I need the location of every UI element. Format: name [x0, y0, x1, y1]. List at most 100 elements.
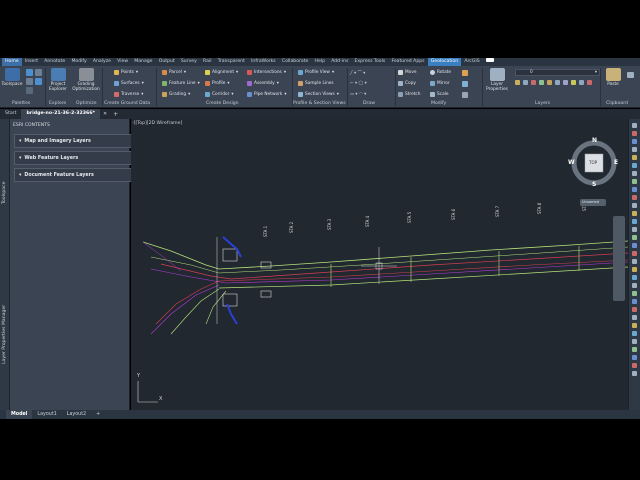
toolspace-button[interactable]: Toolspace [1, 68, 23, 87]
tool-icon[interactable] [632, 267, 637, 272]
tab-layout2[interactable]: Layout2 [62, 410, 91, 419]
layer-tool-icon[interactable] [563, 80, 568, 85]
tab-help[interactable]: Help [311, 58, 328, 66]
assembly-button[interactable]: Assembly ▾ [247, 81, 279, 86]
viewcube-north[interactable]: N [592, 137, 597, 144]
layer-properties-vertical-tab[interactable]: Layer Properties Manager [2, 305, 7, 364]
tool-icon[interactable] [632, 243, 637, 248]
tab-geolocation[interactable]: Geolocation [427, 58, 462, 66]
paste-button[interactable]: Paste [602, 68, 624, 87]
tab-output[interactable]: Output [156, 58, 178, 66]
tool-icon[interactable] [632, 211, 637, 216]
palette-icon-3[interactable] [26, 78, 33, 85]
tab-collaborate[interactable]: Collaborate [279, 58, 312, 66]
layer-tool-icon[interactable] [539, 80, 544, 85]
feature-line-button[interactable]: Feature Line ▾ [162, 81, 200, 86]
viewcube-east[interactable]: E [614, 159, 618, 166]
viewcube-west[interactable]: W [568, 159, 575, 166]
tab-home[interactable]: Home [2, 58, 22, 66]
palette-icon-2[interactable] [35, 69, 42, 76]
layer-tool-icon[interactable] [571, 80, 576, 85]
stretch-button[interactable]: Stretch [398, 92, 421, 97]
tab-start[interactable]: Start [0, 109, 21, 119]
tool-icon[interactable] [632, 187, 637, 192]
viewport-controls[interactable]: -][Top][2D Wireframe] [132, 121, 182, 126]
tab-manage[interactable]: Manage [131, 58, 155, 66]
tool-icon[interactable] [632, 315, 637, 320]
layer-properties-button[interactable]: Layer Properties [484, 68, 510, 92]
tool-icon[interactable] [632, 203, 637, 208]
tool-icon[interactable] [632, 227, 637, 232]
points-button[interactable]: Points ▾ [114, 70, 138, 75]
close-icon[interactable]: ✕ [100, 111, 110, 117]
tool-icon[interactable] [632, 307, 637, 312]
tool-icon[interactable] [632, 331, 637, 336]
document-feature-layers-item[interactable]: ▾ Document Feature Layers [14, 168, 133, 182]
tool-icon[interactable] [632, 283, 637, 288]
tab-survey[interactable]: Survey [178, 58, 200, 66]
palette-icon-5[interactable] [26, 87, 33, 94]
tab-arcgis[interactable]: ArcGIS [461, 58, 482, 66]
polyline-tool-icon[interactable]: ⌐ ▾ ◯ ▾ [350, 81, 367, 86]
toolspace-vertical-tab[interactable]: Toolspace [2, 182, 7, 204]
tool-icon[interactable] [632, 251, 637, 256]
tool-icon[interactable] [632, 123, 637, 128]
mirror-button[interactable]: Mirror [430, 81, 450, 86]
layer-tool-icon[interactable] [555, 80, 560, 85]
viewcube-south[interactable]: S [592, 181, 596, 188]
surfaces-button[interactable]: Surfaces ▾ [114, 81, 144, 86]
alignment-button[interactable]: Alignment ▾ [205, 70, 238, 75]
tool-icon[interactable] [632, 219, 637, 224]
tab-view[interactable]: View [114, 58, 131, 66]
corridor-button[interactable]: Corridor ▾ [205, 92, 234, 97]
tool-icon[interactable] [632, 363, 637, 368]
tool-icon[interactable] [632, 163, 637, 168]
pipe-network-button[interactable]: Pipe Network ▾ [247, 92, 287, 97]
modify-extra-icon-3[interactable] [462, 92, 468, 98]
layer-tool-icon[interactable] [531, 80, 536, 85]
tool-icon[interactable] [632, 259, 637, 264]
move-button[interactable]: Move [398, 70, 417, 75]
traverse-button[interactable]: Traverse ▾ [114, 92, 143, 97]
tool-icon[interactable] [632, 323, 637, 328]
tab-annotate[interactable]: Annotate [41, 58, 68, 66]
new-tab-icon[interactable]: + [110, 111, 121, 118]
tool-icon[interactable] [632, 195, 637, 200]
navigation-bar[interactable] [613, 216, 625, 301]
tab-model[interactable]: Model [6, 410, 33, 419]
tab-analyze[interactable]: Analyze [90, 58, 114, 66]
tab-overflow-icon[interactable] [483, 58, 497, 66]
tool-icon[interactable] [632, 179, 637, 184]
profile-view-button[interactable]: Profile View ▾ [298, 70, 334, 75]
tab-rail[interactable]: Rail [200, 58, 215, 66]
tab-featured-apps[interactable]: Featured Apps [388, 58, 427, 66]
tab-insert[interactable]: Insert [22, 58, 41, 66]
tab-add-ins[interactable]: Add-ins [328, 58, 351, 66]
tool-icon[interactable] [632, 155, 637, 160]
tool-icon[interactable] [632, 339, 637, 344]
map-imagery-layers-item[interactable]: ▾ Map and Imagery Layers [14, 134, 133, 148]
tab-layout1[interactable]: Layout1 [32, 410, 61, 419]
layer-tool-icon[interactable] [587, 80, 592, 85]
drawing-canvas[interactable]: STA 1 STA 2 STA 3 STA 4 STA 5 STA 6 STA … [131, 119, 629, 410]
tab-transparent[interactable]: Transparent [215, 58, 248, 66]
tool-icon[interactable] [632, 171, 637, 176]
tool-icon[interactable] [632, 235, 637, 240]
tool-icon[interactable] [632, 275, 637, 280]
tool-icon[interactable] [632, 355, 637, 360]
tool-icon[interactable] [632, 139, 637, 144]
parcel-button[interactable]: Parcel ▾ [162, 70, 186, 75]
layer-tool-icon[interactable] [579, 80, 584, 85]
tool-icon[interactable] [632, 299, 637, 304]
grading-button[interactable]: Grading ▾ [162, 92, 190, 97]
profile-button[interactable]: Profile ▾ [205, 81, 230, 86]
copy-clip-icon[interactable] [627, 72, 634, 78]
tool-icon[interactable] [632, 131, 637, 136]
tab-drawing[interactable]: bridge-no-21-36-2-32366* [21, 109, 100, 119]
copy-button[interactable]: Copy [398, 81, 416, 86]
layer-tool-icon[interactable] [523, 80, 528, 85]
rotate-button[interactable]: Rotate [430, 70, 451, 75]
add-layout-button[interactable]: + [91, 410, 105, 419]
layer-dropdown[interactable]: 0 ▾ [515, 69, 600, 76]
intersections-button[interactable]: Intersections ▾ [247, 70, 286, 75]
